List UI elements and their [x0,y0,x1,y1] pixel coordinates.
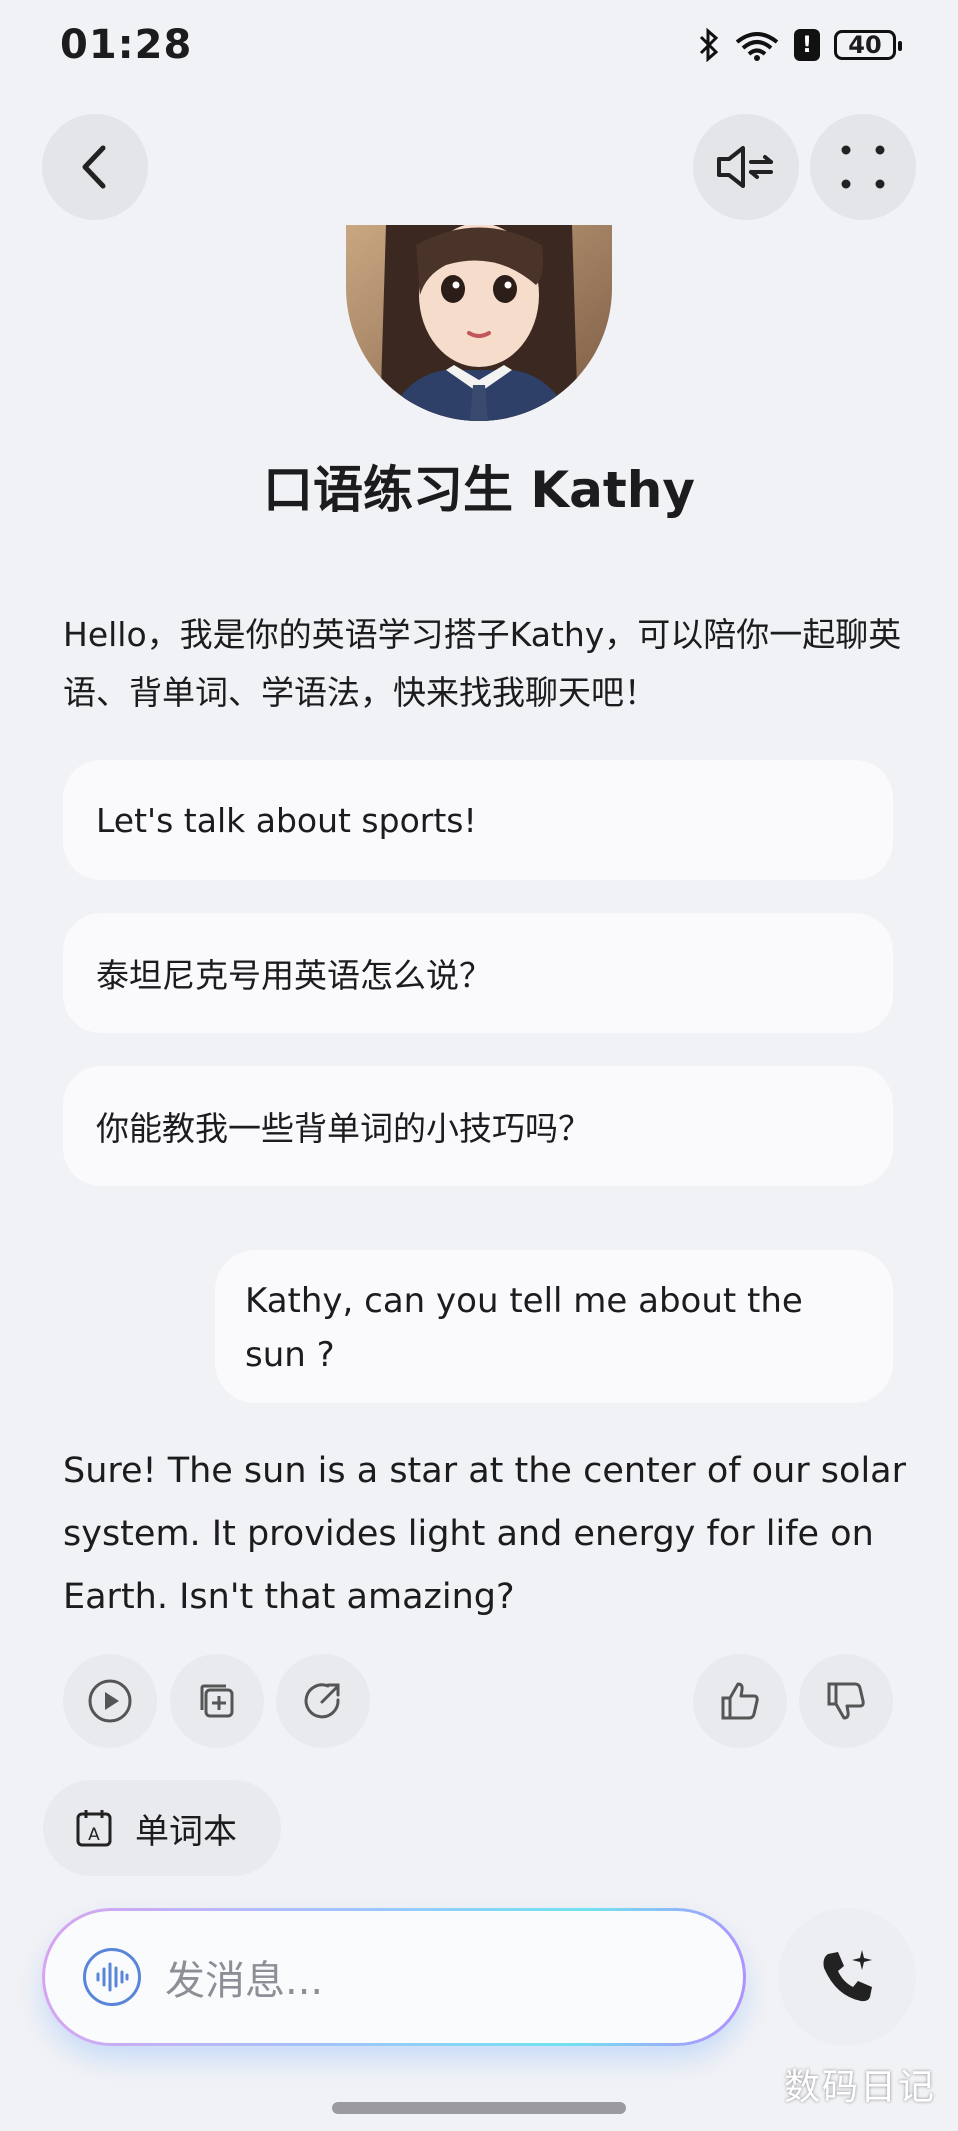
calendar-a-icon: A [76,1810,112,1847]
bot-avatar [346,225,612,421]
bluetooth-icon [699,28,719,62]
back-button[interactable] [42,114,148,220]
message-input[interactable]: 发消息... [165,1948,323,2006]
voice-input-button[interactable] [83,1948,141,2006]
wifi-icon [735,32,779,61]
user-message: Kathy, can you tell me about the sun ? [215,1250,893,1403]
thumbs-up-icon [721,1682,759,1720]
intro-message: Hello，我是你的英语学习搭子Kathy，可以陪你一起聊英语、背单词、学语法，… [63,615,902,712]
status-time: 01:28 [60,22,193,68]
share-button[interactable] [276,1654,370,1748]
watermark: 数码日记 [783,2067,936,2108]
speaker-settings-button[interactable] [693,114,799,220]
like-button[interactable] [693,1654,787,1748]
dislike-button[interactable] [799,1654,893,1748]
waveform-icon [96,1962,129,1992]
bot-reply: Sure! The sun is a star at the center of… [63,1451,907,1617]
vocab-book-button[interactable]: A 单词本 [43,1780,281,1876]
copy-add-icon [200,1684,234,1718]
suggestion-chip[interactable]: 你能教我一些背单词的小技巧吗？ [63,1066,893,1186]
speaker-settings-icon [717,146,773,188]
alert-icon: ! [794,29,820,61]
four-dots-icon [841,145,885,189]
suggestion-chip[interactable]: Let's talk about sports! [63,760,893,880]
vocab-book-label: 单词本 [135,1811,237,1852]
menu-button[interactable] [810,114,916,220]
copy-button[interactable] [170,1654,264,1748]
home-indicator[interactable] [332,2102,626,2114]
message-composer[interactable]: 发消息... [42,1908,746,2046]
chevron-left-icon [82,145,106,189]
phone-sparkle-icon [823,1950,872,2002]
bot-name: 口语练习生 Kathy [263,461,695,519]
suggestion-chip[interactable]: 泰坦尼克号用英语怎么说？ [63,913,893,1033]
play-icon [88,1679,132,1723]
svg-text:A: A [88,1825,100,1845]
thumbs-down-icon [827,1682,865,1720]
battery-icon: 40 [834,30,902,60]
status-icons: ! 40 [698,28,902,62]
share-icon [304,1683,340,1719]
play-button[interactable] [63,1654,157,1748]
voice-call-button[interactable] [778,1908,916,2046]
